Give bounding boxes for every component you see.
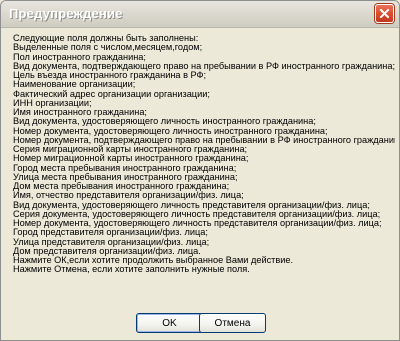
dialog-title: Предупреждение	[9, 6, 123, 21]
message-line: Следующие поля должны быть заполнены:	[13, 34, 199, 43]
message-line: Номер документа, удостоверяющего личност…	[13, 219, 382, 228]
ok-button[interactable]: OK	[136, 313, 203, 333]
message-line: Выделенные поля с числом,месяцем,годом;	[13, 43, 203, 53]
warning-dialog: Предупреждение Следующие поля должны быт…	[0, 0, 400, 341]
message-line: Город места пребывания иностранного граж…	[13, 163, 237, 173]
warning-message: Следующие поля должны быть заполнены: Выд…	[13, 34, 395, 275]
message-line: Серия миграционной карты иностранного гр…	[13, 145, 248, 154]
message-line: Нажмите ОК,если хотите продолжить выбран…	[13, 256, 294, 265]
message-line: Вид документа, подтверждающего право на …	[13, 61, 395, 71]
close-button[interactable]	[375, 4, 394, 23]
message-line: Улица представителя организации/физ. лиц…	[13, 237, 210, 247]
message-line: Имя, отчество представителя организации/…	[13, 191, 244, 201]
message-line: Город представителя организации/физ. лиц…	[13, 228, 208, 238]
message-line: Пол иностранного гражданина;	[13, 52, 146, 62]
message-line: Дом представителя организации/физ. лица.	[13, 246, 201, 256]
title-bar[interactable]: Предупреждение	[1, 1, 399, 28]
message-line: Номер документа, подтверждающего право н…	[13, 135, 395, 145]
message-line: Фактический адрес организации организаци…	[13, 89, 210, 99]
message-line: Дом места пребывания иностранного гражда…	[13, 182, 230, 191]
message-line: Наименование организации;	[13, 80, 136, 90]
message-line: Номер миграционной карты иностранного гр…	[13, 154, 249, 164]
message-line: Номер документа, удостоверяющего личност…	[13, 126, 328, 136]
close-icon	[379, 8, 390, 19]
cancel-button[interactable]: Отмена	[199, 313, 266, 333]
message-line: Имя иностранного гражданина;	[13, 108, 147, 117]
message-line: Вид документа, удостоверяющего личность …	[13, 117, 316, 127]
button-row: OK Отмена	[1, 313, 399, 333]
message-line: Улица места пребывания иностранного граж…	[13, 172, 238, 182]
message-line: Серия документа, удостоверяющего личност…	[13, 209, 381, 219]
message-line: Цель въезда иностранного гражданина в РФ…	[13, 71, 207, 80]
message-line: Вид документа, удостоверяющего личность …	[13, 200, 370, 210]
message-line: ИНН организации;	[13, 98, 92, 108]
message-line: Нажмите Отмена, если хотите заполнить ну…	[13, 265, 250, 275]
